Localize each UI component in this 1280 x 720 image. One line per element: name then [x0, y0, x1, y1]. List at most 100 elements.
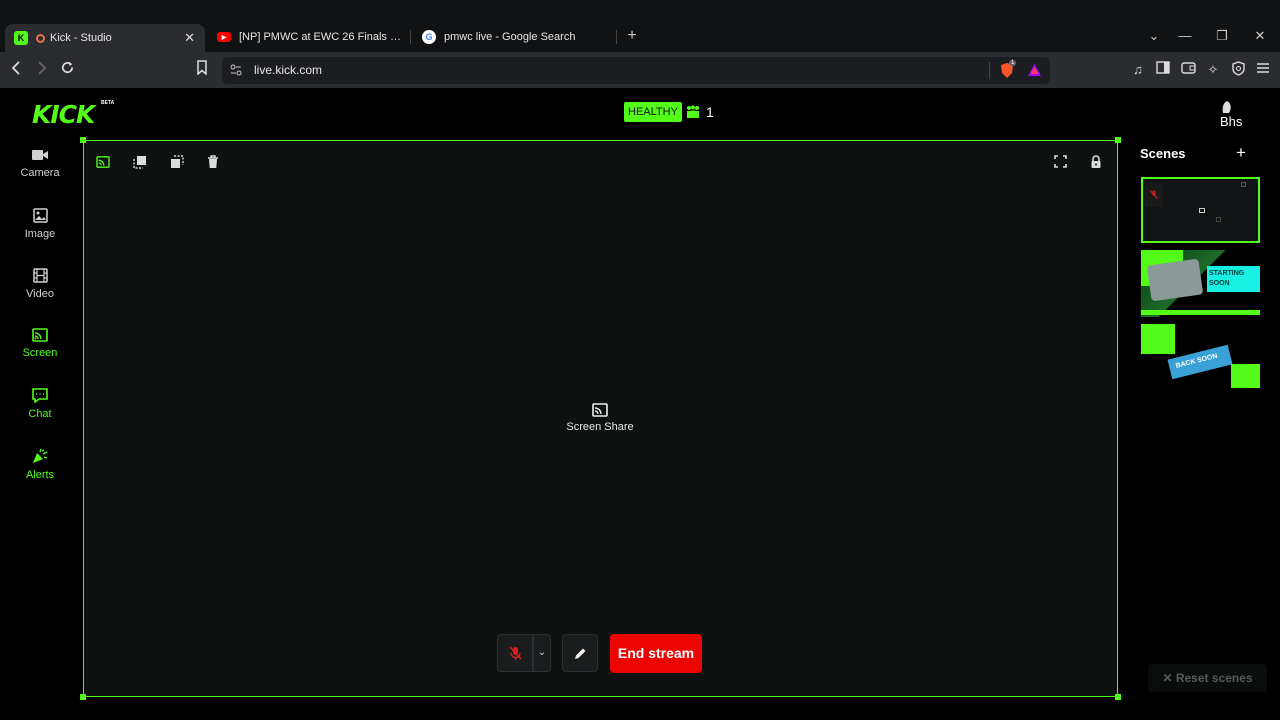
site-settings-icon[interactable] [230, 64, 242, 76]
mic-mute-button[interactable] [497, 634, 533, 672]
back-icon[interactable] [7, 60, 27, 80]
leo-ai-icon[interactable]: ✧ [1204, 61, 1222, 79]
image-icon [32, 208, 48, 223]
screen-share-placeholder[interactable]: Screen Share [544, 403, 656, 433]
edit-stream-button[interactable] [562, 634, 598, 672]
new-tab-button[interactable]: + [622, 27, 642, 45]
sidebar-item-label: Chat [28, 408, 52, 420]
tab-title: Kick - Studio [50, 32, 112, 44]
tab-kick-studio[interactable]: K Kick - Studio ✕ [5, 24, 205, 52]
add-scene-button[interactable]: + [1236, 143, 1246, 163]
scene-element [1241, 182, 1246, 187]
sidebar-item-video[interactable]: Video [0, 264, 80, 312]
browser-toolbar: live.kick.com 1 ♫ ✧ [0, 52, 1280, 88]
vpn-shield-icon[interactable] [1229, 61, 1247, 79]
url-text: live.kick.com [254, 63, 323, 77]
stream-health-badge: HEALTHY [624, 102, 682, 122]
sidebar-item-label: Camera [20, 167, 60, 179]
brave-shields-icon[interactable]: 1 [1000, 60, 1017, 78]
sidebar-item-label: Screen [22, 347, 58, 359]
sidebar-toggle-icon[interactable] [1154, 61, 1172, 79]
scene-cam-overlay [1145, 183, 1163, 207]
tab-search-chevron-icon[interactable]: ⌄ [1144, 27, 1164, 45]
kick-studio-app: KICK BETA HEALTHY 1 Bhs Camera Image Vid… [0, 88, 1280, 720]
scene-element [1216, 217, 1221, 222]
viewer-count: 1 [686, 102, 714, 122]
trash-icon[interactable] [207, 155, 223, 171]
shields-badge: 1 [1009, 60, 1017, 66]
sidebar-item-label: Video [26, 288, 54, 300]
recording-indicator-icon [36, 33, 45, 43]
tab-close-icon[interactable]: ✕ [184, 30, 195, 46]
sidebar-item-camera[interactable]: Camera [0, 144, 80, 192]
screen-share-icon [592, 403, 608, 417]
brave-rewards-icon[interactable] [1027, 63, 1041, 77]
scene-screen-share-icon [1199, 208, 1205, 213]
resize-handle[interactable] [1115, 137, 1121, 143]
forward-icon[interactable] [31, 60, 51, 80]
reload-icon[interactable] [57, 60, 77, 80]
sidebar-item-label: Alerts [25, 469, 55, 481]
send-backward-icon[interactable] [170, 155, 186, 171]
sidebar-item-chat[interactable]: Chat [0, 384, 80, 432]
bring-forward-icon[interactable] [133, 155, 149, 171]
tab-youtube[interactable]: ▶ [NP] PMWC at EWC 26 Finals D1 | PU [217, 24, 402, 50]
restore-icon[interactable]: ❐ [1212, 27, 1232, 45]
avatar[interactable]: Bhs [1218, 100, 1246, 128]
browser-tab-bar: K Kick - Studio ✕ ▶ [NP] PMWC at EWC 26 … [0, 0, 1280, 52]
scene-thumbnail-1[interactable] [1141, 177, 1260, 243]
scene-device-graphic [1146, 258, 1204, 302]
avatar-image-icon [1222, 101, 1231, 113]
mic-options-chevron-icon[interactable]: ⌄ [533, 634, 551, 672]
sidebar-item-screen[interactable]: Screen [0, 324, 80, 372]
menu-hamburger-icon[interactable] [1254, 61, 1272, 79]
wallet-icon[interactable] [1179, 61, 1197, 79]
media-music-icon[interactable]: ♫ [1129, 61, 1147, 79]
tab-title: pmwc live - Google Search [444, 31, 576, 43]
scene-green-block [1231, 364, 1260, 388]
chat-icon [32, 388, 48, 403]
scene-title-text: STARTING SOON [1209, 270, 1245, 287]
bookmark-icon[interactable] [192, 60, 212, 80]
sidebar-item-label: Image [24, 228, 56, 240]
mic-off-icon [509, 646, 522, 660]
screen-share-label: Screen Share [566, 421, 634, 433]
lock-icon[interactable] [1090, 155, 1106, 171]
resize-handle[interactable] [80, 137, 86, 143]
sidebar-item-image[interactable]: Image [0, 204, 80, 252]
sidebar-item-alerts[interactable]: Alerts [0, 444, 80, 492]
kick-logo[interactable]: KICK [32, 100, 95, 129]
pencil-icon [575, 648, 586, 659]
end-stream-button[interactable]: End stream [610, 634, 702, 673]
youtube-favicon-icon: ▶ [217, 32, 231, 42]
tab-google-search[interactable]: G pmwc live - Google Search [422, 24, 612, 50]
tab-separator [616, 30, 617, 44]
mic-off-icon [1149, 190, 1159, 200]
scenes-heading: Scenes [1140, 146, 1186, 161]
reset-scenes-button[interactable]: ✕ Reset scenes [1148, 664, 1267, 692]
viewers-icon [687, 105, 699, 118]
scene-green-block [1141, 324, 1175, 354]
party-popper-icon [33, 448, 48, 463]
scene-thumbnail-3[interactable]: BACK SOON [1141, 324, 1260, 391]
resize-handle[interactable] [1115, 694, 1121, 700]
address-bar[interactable]: live.kick.com 1 [222, 57, 1050, 84]
film-icon [32, 268, 48, 283]
scene-bottom-bar [1141, 310, 1260, 315]
stream-canvas[interactable]: Screen Share [80, 137, 1121, 700]
screen-share-icon [32, 328, 48, 342]
camera-icon [32, 150, 48, 160]
tab-separator [410, 30, 411, 44]
fullscreen-icon[interactable] [1054, 155, 1070, 171]
source-screen-share-icon[interactable] [96, 155, 112, 171]
close-window-icon[interactable]: ✕ [1250, 27, 1270, 45]
minimize-icon[interactable]: — [1175, 27, 1195, 45]
tab-title: [NP] PMWC at EWC 26 Finals D1 | PU [239, 31, 402, 43]
reset-scenes-label: Reset scenes [1175, 671, 1253, 685]
beta-badge: BETA [101, 100, 115, 106]
avatar-text: Bhs [1220, 114, 1243, 128]
scene-thumbnail-2[interactable]: STARTING SOON [1141, 250, 1260, 317]
close-icon: ✕ [1162, 671, 1173, 685]
resize-handle[interactable] [80, 694, 86, 700]
kick-favicon-icon: K [14, 31, 28, 45]
